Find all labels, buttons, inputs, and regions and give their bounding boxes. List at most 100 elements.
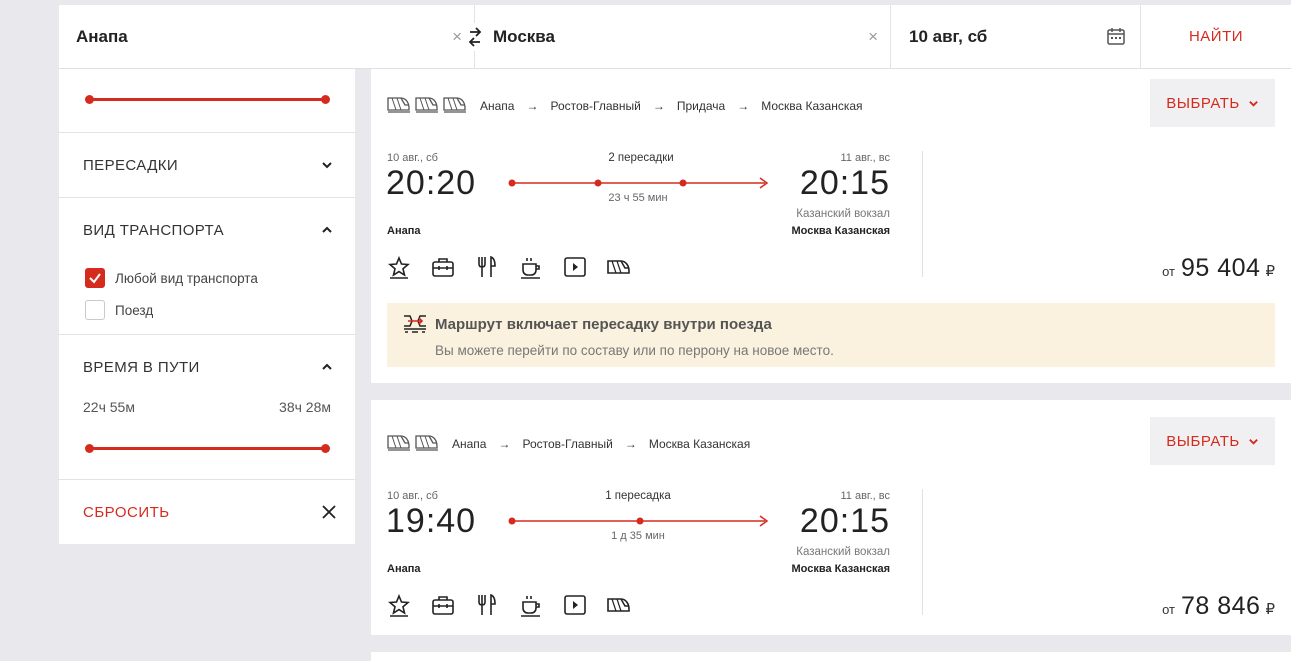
calendar-icon[interactable] [1106, 26, 1126, 51]
train-icon [415, 433, 439, 454]
arrow-right-icon: → [526, 98, 539, 113]
date-field[interactable]: 10 авг, сб [891, 5, 1141, 69]
arrival-date: 11 авг., вс [840, 152, 891, 164]
slider-track [89, 447, 325, 450]
departure-date: 10 авг., сб [387, 152, 438, 164]
restaurant-icon [475, 593, 499, 617]
from-value: Анапа [76, 27, 128, 46]
choose-button[interactable]: ВЫБРАТЬ [1150, 417, 1275, 465]
travel-time-max: 38ч 28м [279, 399, 331, 415]
transfers-count: 1 пересадка [605, 490, 671, 502]
from-field[interactable]: Анапа × [59, 5, 475, 69]
clear-from-icon[interactable]: × [452, 27, 462, 47]
travel-duration: 23 ч 55 мин [608, 192, 668, 204]
arrival-time: 20:15 [799, 164, 890, 202]
chevron-down-icon [1248, 100, 1258, 107]
checkbox-any-transport[interactable]: Любой вид транспорта [59, 262, 355, 294]
train-icon [607, 255, 631, 279]
route-timeline [508, 177, 769, 189]
route-stop: Ростов-Главный [550, 98, 641, 113]
departure-time: 19:40 [386, 502, 477, 540]
notice-text: Вы можете перейти по составу или по перр… [435, 343, 834, 358]
train-icon [607, 593, 631, 617]
price-from-label: от [1162, 264, 1175, 279]
checkbox-label: Поезд [115, 302, 154, 318]
coffee-icon [519, 255, 543, 279]
to-value: Москва [493, 27, 555, 46]
reset-row: СБРОСИТЬ [59, 480, 355, 544]
transfers-count: 2 пересадки [608, 152, 674, 164]
arrival-station: Москва Казанская [791, 225, 891, 237]
divider [922, 489, 923, 615]
luggage-icon [431, 255, 455, 279]
choose-label: ВЫБРАТЬ [1166, 432, 1240, 450]
departure-station: Анапа [387, 225, 421, 237]
video-icon [563, 255, 587, 279]
arrival-station-sub: Казанский вокзал [796, 546, 890, 558]
route-stop: Анапа [452, 436, 487, 451]
route-timeline [508, 515, 769, 527]
chevron-down-icon [1248, 438, 1258, 445]
travel-time-min: 22ч 55м [83, 399, 135, 415]
chevron-up-icon [322, 226, 332, 233]
transfer-in-train-icon [402, 313, 428, 342]
slider-handle-max[interactable] [321, 444, 330, 453]
find-button[interactable]: НАЙТИ [1141, 5, 1291, 68]
slider-handle-min[interactable] [85, 95, 94, 104]
currency: ₽ [1265, 263, 1275, 280]
arrival-time: 20:15 [799, 502, 890, 540]
search-bar: Анапа × Москва × 10 авг, сб НАЙТИ [59, 5, 1291, 69]
swap-icon[interactable] [464, 23, 486, 51]
checkbox-train[interactable]: Поезд [59, 294, 355, 326]
arrival-date: 11 авг., вс [840, 490, 891, 502]
star-icon [387, 593, 411, 617]
chevron-up-icon [322, 363, 332, 370]
train-icon [415, 95, 439, 116]
slider-track [89, 98, 325, 101]
choose-button[interactable]: ВЫБРАТЬ [1150, 79, 1275, 127]
transfer-notice: Маршрут включает пересадку внутри поезда… [387, 303, 1275, 367]
checkbox-unchecked[interactable] [85, 300, 105, 320]
close-icon[interactable] [321, 504, 337, 520]
slider-handle-max[interactable] [321, 95, 330, 104]
route-stop: Придача [676, 98, 726, 113]
arrival-station-sub: Казанский вокзал [796, 208, 890, 220]
travel-duration: 1 д 35 мин [611, 530, 665, 542]
result-card [371, 652, 1291, 661]
luggage-icon [431, 593, 455, 617]
price: от 78 846 ₽ [1162, 592, 1275, 621]
star-icon [387, 255, 411, 279]
departure-date: 10 авг., сб [387, 490, 438, 502]
travel-time-filter-title: ВРЕМЯ В ПУТИ [83, 358, 200, 376]
divider [922, 151, 923, 277]
train-icon [443, 95, 467, 116]
slider-handle-min[interactable] [85, 444, 94, 453]
price-amount: 78 846 [1180, 592, 1261, 620]
transport-filter-title: ВИД ТРАНСПОРТА [83, 221, 224, 239]
reset-filters-button[interactable]: СБРОСИТЬ [83, 504, 170, 521]
video-icon [563, 593, 587, 617]
date-value: 10 авг, сб [909, 27, 988, 46]
filters-sidebar: ПЕРЕСАДКИ ВИД ТРАНСПОРТА Любой вид транс… [59, 69, 355, 544]
departure-time: 20:20 [386, 164, 477, 202]
transfers-filter-header[interactable]: ПЕРЕСАДКИ [59, 133, 355, 197]
arrival-station: Москва Казанская [791, 563, 891, 575]
clear-to-icon[interactable]: × [868, 27, 878, 47]
amenities [387, 255, 631, 279]
result-card: Анапа → Ростов-Главный → Москва Казанска… [371, 400, 1291, 635]
travel-time-range: 22ч 55м 38ч 28м [59, 399, 355, 415]
route-line: Анапа → Ростов-Главный → Москва Казанска… [387, 433, 753, 454]
transport-filter-header[interactable]: ВИД ТРАНСПОРТА [59, 198, 355, 262]
travel-time-filter-header[interactable]: ВРЕМЯ В ПУТИ [59, 335, 355, 399]
train-icon [387, 95, 411, 116]
check-icon [89, 273, 101, 284]
route-line: Анапа → Ростов-Главный → Придача → Москв… [387, 95, 866, 116]
price: от 95 404 ₽ [1162, 254, 1275, 283]
transfers-filter-title: ПЕРЕСАДКИ [83, 156, 179, 174]
arrow-right-icon: → [737, 98, 750, 113]
to-field[interactable]: Москва × [464, 5, 891, 69]
checkbox-checked[interactable] [85, 268, 105, 288]
train-icon [387, 433, 411, 454]
chevron-down-icon [322, 162, 332, 169]
price-amount: 95 404 [1180, 254, 1261, 282]
